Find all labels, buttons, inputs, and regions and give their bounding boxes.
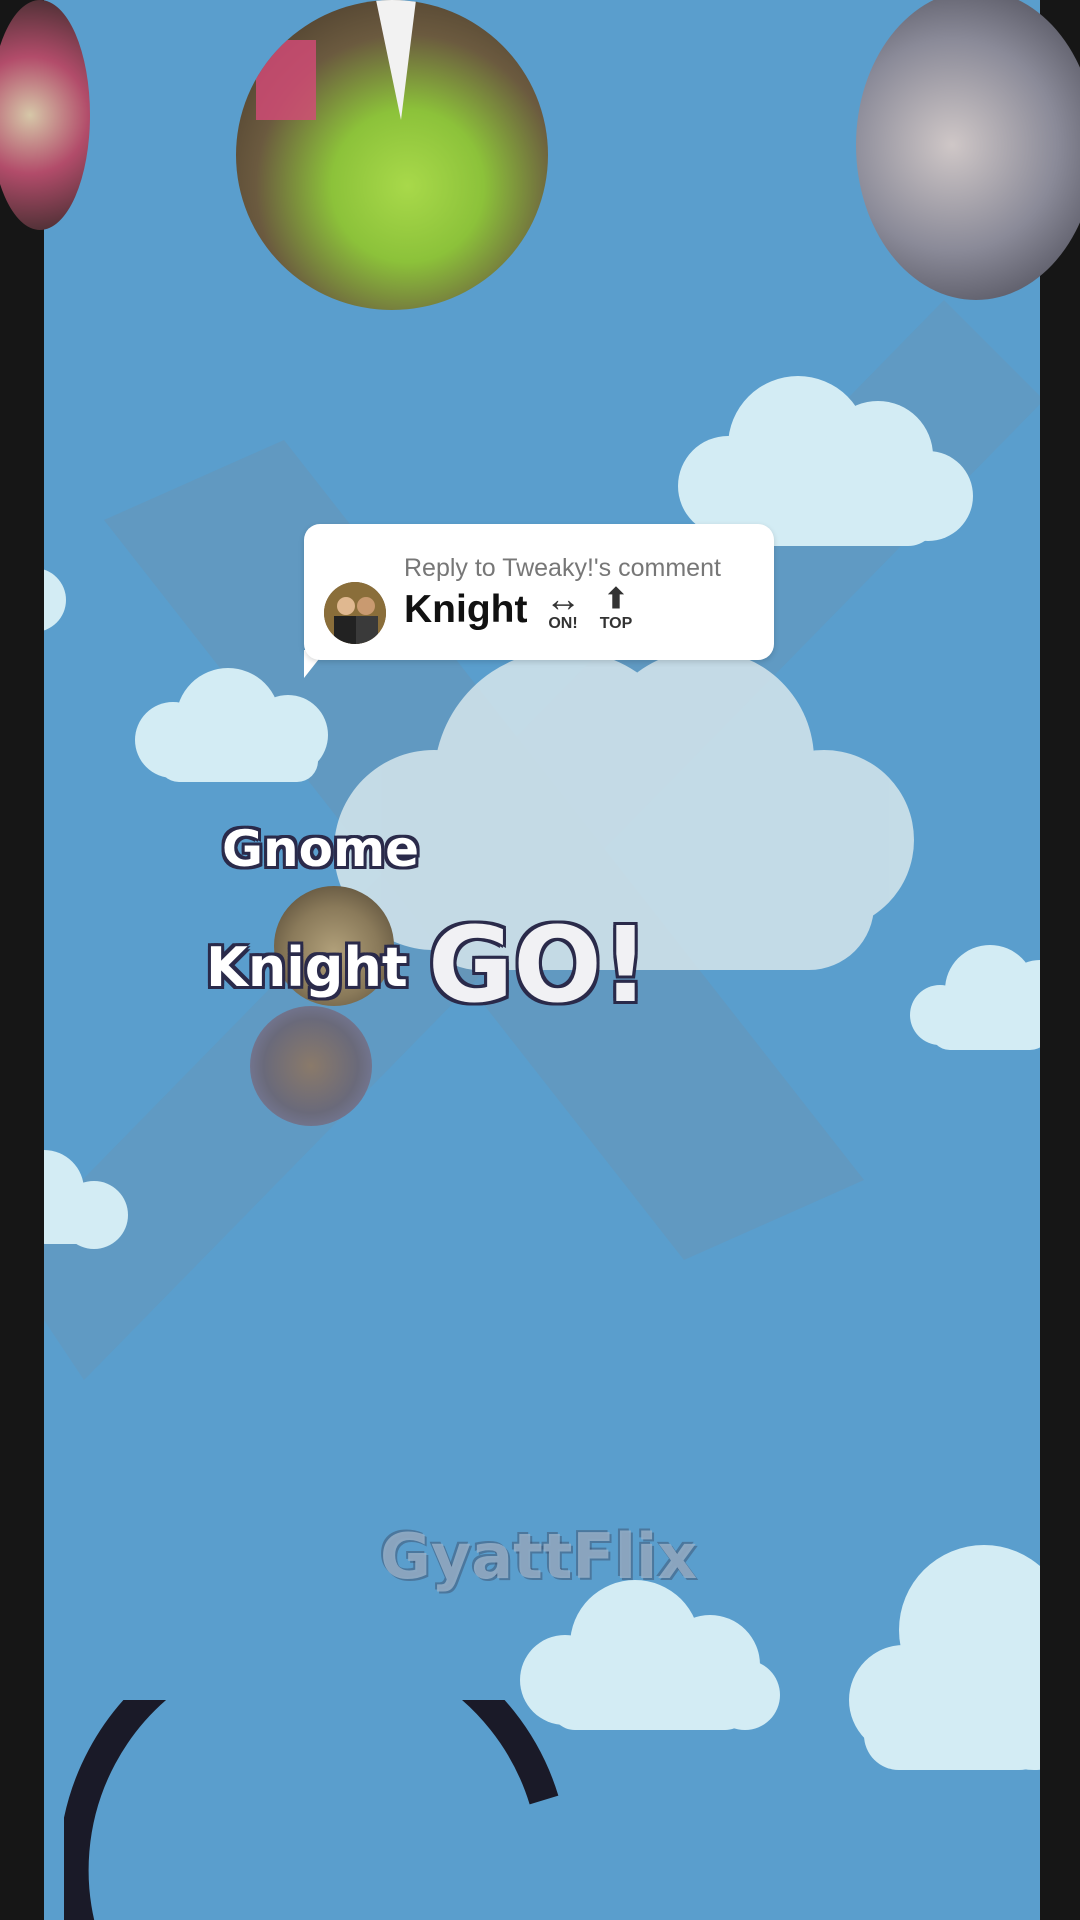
top-arrow-icon: ⬆ TOP xyxy=(599,583,633,632)
photo-circle-small-2 xyxy=(250,1006,372,1126)
title-go: GO! xyxy=(428,904,650,1026)
cloud xyxy=(44,1150,128,1249)
title-line-gnome: Gnome xyxy=(222,820,419,878)
title-line-knight: Knight xyxy=(206,936,408,999)
video-frame: Reply to Tweaky!'s comment Knight ↔ ON! … xyxy=(0,0,1080,1920)
left-letterbox xyxy=(0,0,44,1920)
reply-comment-card[interactable]: Reply to Tweaky!'s comment Knight ↔ ON! … xyxy=(304,524,774,660)
photo-circle-center xyxy=(236,0,548,310)
right-letterbox xyxy=(1040,0,1080,1920)
cloud xyxy=(44,569,66,631)
watermark-text: GyattFlix xyxy=(380,1520,698,1593)
reply-username: Knight xyxy=(404,588,528,631)
cloud xyxy=(849,1545,1040,1770)
arc-graphic xyxy=(64,1700,559,1920)
on-swap-icon: ↔ ON! xyxy=(545,578,581,632)
avatar xyxy=(324,582,386,644)
cloud xyxy=(135,668,328,782)
cloud xyxy=(910,945,1040,1050)
